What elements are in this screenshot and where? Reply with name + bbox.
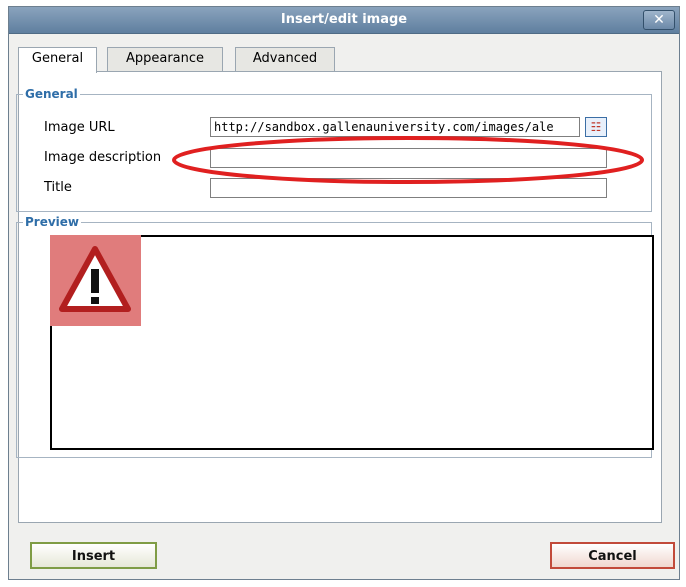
image-url-input[interactable]: http://sandbox.gallenauniversity.com/ima… bbox=[210, 117, 580, 137]
tab-advanced[interactable]: Advanced bbox=[235, 47, 335, 71]
image-description-label: Image description bbox=[44, 150, 162, 165]
insert-button[interactable]: Insert bbox=[30, 542, 157, 569]
dialog-titlebar[interactable]: Insert/edit image ✕ bbox=[9, 7, 679, 34]
general-legend: General bbox=[25, 87, 78, 101]
preview-image bbox=[50, 235, 141, 326]
tab-appearance[interactable]: Appearance bbox=[107, 47, 223, 71]
preview-legend: Preview bbox=[25, 215, 80, 229]
dialog-title: Insert/edit image bbox=[280, 12, 408, 27]
browse-button[interactable]: ☷ bbox=[585, 117, 607, 137]
title-label: Title bbox=[44, 180, 72, 195]
close-button[interactable]: ✕ bbox=[643, 10, 675, 30]
title-input[interactable] bbox=[210, 178, 607, 198]
cancel-button[interactable]: Cancel bbox=[550, 542, 675, 569]
browse-icon: ☷ bbox=[590, 120, 602, 134]
image-url-label: Image URL bbox=[44, 120, 115, 135]
warning-triangle-icon bbox=[59, 246, 131, 312]
tab-general[interactable]: General bbox=[18, 47, 97, 73]
close-icon: ✕ bbox=[653, 12, 665, 28]
image-description-input[interactable] bbox=[210, 148, 607, 168]
